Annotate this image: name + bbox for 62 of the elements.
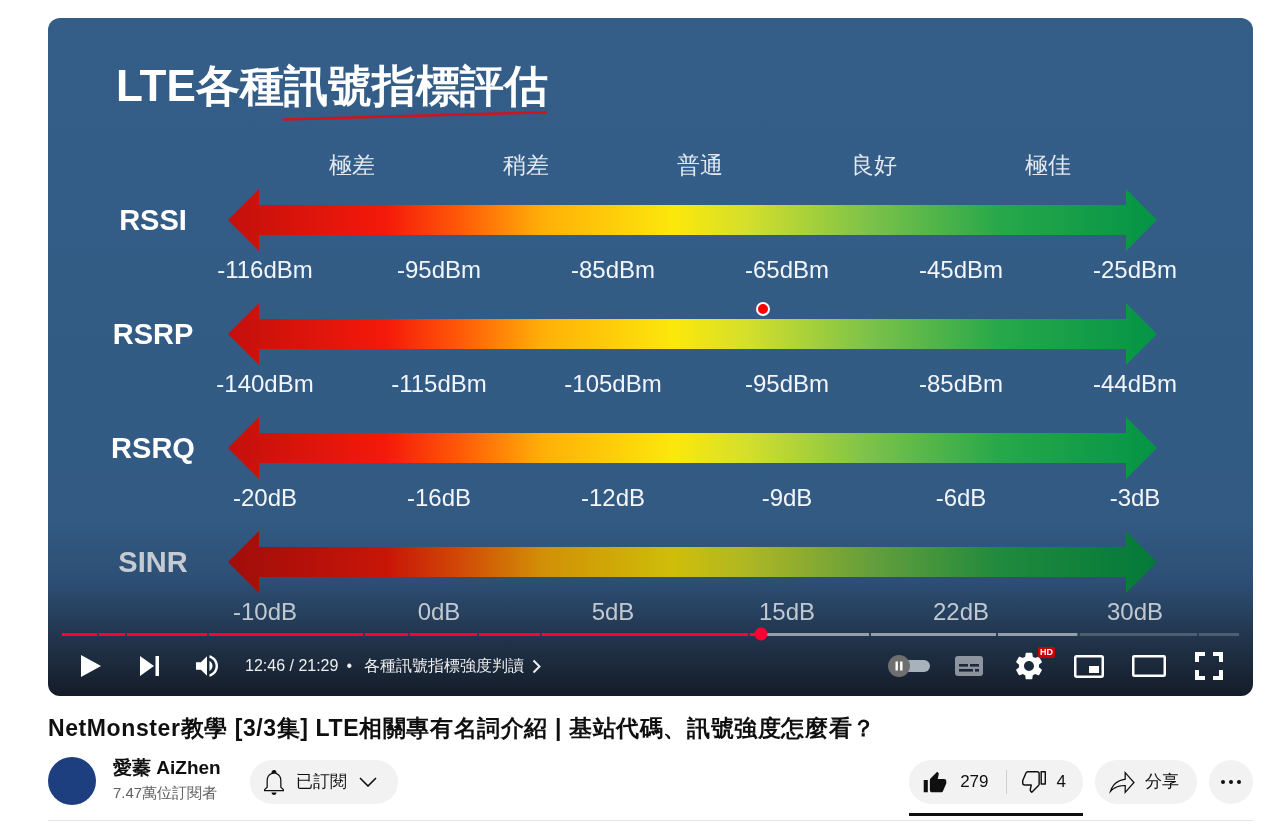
scale-value: -65dBm: [744, 257, 829, 283]
miniplayer-icon: [1074, 654, 1104, 678]
video-player[interactable]: [48, 18, 1253, 696]
quality-badge: HD: [1038, 647, 1055, 658]
scale-value: -9dB: [761, 485, 813, 511]
scale-value: -95dBm: [744, 371, 829, 397]
chevron-right-icon: [532, 658, 542, 674]
scale-value: -95dBm: [396, 257, 481, 283]
skip-next-icon: [139, 656, 159, 676]
share-icon: [1109, 770, 1135, 794]
bell-icon: [264, 769, 284, 795]
scale-value: -12dB: [580, 485, 645, 511]
slide-title: LTE各種訊號指標評估: [116, 62, 548, 110]
fullscreen-icon: [1195, 652, 1223, 680]
grade-label: 良好: [851, 152, 897, 178]
chevron-down-icon: [359, 777, 377, 787]
grade-label: 普通: [677, 152, 723, 178]
channel-name[interactable]: 愛蓁 AiZhen: [113, 756, 221, 780]
scale-value: 5dB: [591, 599, 635, 625]
scale-value: -20dB: [232, 485, 297, 511]
grade-label: 稍差: [503, 152, 549, 178]
scale-value: -85dBm: [918, 371, 1003, 397]
scale-value: -115dBm: [391, 371, 487, 397]
scale-value: -105dBm: [564, 371, 662, 397]
scale-value: -16dB: [406, 485, 471, 511]
video-title: NetMonster教學 [3/3集] LTE相關專有名詞介紹 | 基站代碼、訊號強度怎麼看？: [48, 714, 877, 742]
subscriber-count: 7.47萬位訂閱者: [113, 784, 218, 802]
like-button[interactable]: 279: [909, 760, 1006, 804]
share-button[interactable]: 分享: [1095, 760, 1197, 804]
metric-label: RSRQ: [111, 431, 195, 465]
dislike-button[interactable]: 4: [1006, 760, 1083, 804]
scale-value: -85dBm: [570, 257, 655, 283]
grade-label: 極差: [329, 152, 375, 178]
more-icon: [1221, 780, 1241, 784]
scale-value: 15dB: [758, 599, 816, 625]
scrubber-handle[interactable]: [754, 627, 768, 641]
scale-value: -116dBm: [217, 257, 313, 283]
grade-label: 極佳: [1025, 152, 1071, 178]
scale-value: -3dB: [1109, 485, 1161, 511]
scale-value: -44dBm: [1092, 371, 1177, 397]
metric-label: RSRP: [112, 317, 194, 351]
chapter-button[interactable]: • 各種訊號指標強度判讀: [342, 650, 546, 682]
scale-value: -25dBm: [1092, 257, 1177, 283]
settings-button[interactable]: HD: [999, 642, 1059, 690]
scale-value: -45dBm: [918, 257, 1003, 283]
time-display: 12:46 / 21:29: [245, 656, 339, 676]
subscribed-button[interactable]: 已訂閱: [250, 760, 398, 804]
scale-value: 0dB: [417, 599, 461, 625]
thumbs-up-icon: [923, 771, 948, 793]
theater-mode-icon: [1132, 655, 1166, 677]
scale-value: -6dB: [935, 485, 987, 511]
scale-value: 30dB: [1106, 599, 1164, 625]
scale-value: -10dB: [232, 599, 297, 625]
thumbs-down-icon: [1021, 771, 1046, 793]
marker-dot-icon: [756, 302, 770, 316]
settings-icon: [1016, 652, 1042, 680]
scale-value: -140dBm: [216, 371, 314, 397]
channel-avatar[interactable]: [48, 757, 96, 805]
switch-icon: [888, 655, 930, 677]
scale-value: 22dB: [932, 599, 990, 625]
metric-label: RSSI: [119, 203, 187, 237]
metric-label: SINR: [118, 545, 188, 579]
